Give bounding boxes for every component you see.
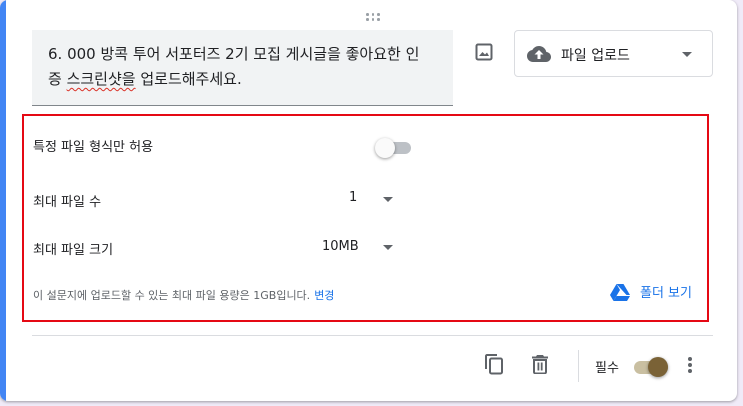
add-image-button[interactable]: [472, 40, 496, 64]
google-drive-icon: [610, 283, 630, 301]
required-label: 필수: [595, 361, 619, 376]
trash-icon: [532, 355, 548, 374]
spellcheck-word: 스크린샷을: [66, 70, 136, 88]
active-card-accent: [0, 0, 6, 401]
upload-limit-note: 이 설문지에 업로드할 수 있는 최대 파일 용량은 1GB입니다. 변경: [33, 289, 335, 302]
question-type-label: 파일 업로드: [561, 48, 630, 64]
question-title-line2: 증 스크린샷을 업로드해주세요.: [48, 70, 242, 88]
question-card: 6. 000 방콕 투어 서포터즈 2기 모집 게시글을 좋아요한 인 증 스크…: [0, 0, 737, 401]
more-options-icon[interactable]: [682, 355, 698, 375]
change-limit-link[interactable]: 변경: [314, 289, 334, 302]
footer-divider: [32, 335, 713, 336]
question-type-dropdown[interactable]: 파일 업로드: [514, 30, 713, 77]
duplicate-button[interactable]: [482, 352, 506, 376]
max-files-value: 1: [349, 190, 358, 205]
footer-vertical-divider: [578, 350, 579, 382]
question-title-field[interactable]: 6. 000 방콕 투어 서포터즈 2기 모집 게시글을 좋아요한 인 증 스크…: [32, 30, 453, 106]
copy-icon: [485, 354, 503, 375]
max-files-label: 최대 파일 수: [33, 195, 102, 210]
max-size-value: 10MB: [322, 239, 359, 254]
required-toggle[interactable]: [632, 356, 670, 378]
view-folder-link[interactable]: 폴더 보기: [610, 282, 692, 301]
chevron-down-icon: [383, 245, 393, 250]
allow-specific-types-toggle[interactable]: [375, 138, 411, 158]
view-folder-label: 폴더 보기: [640, 286, 692, 301]
cloud-upload-icon: [527, 46, 551, 62]
question-title-line1: 6. 000 방콕 투어 서포터즈 2기 모집 게시글을 좋아요한 인: [48, 45, 420, 63]
delete-button[interactable]: [528, 352, 552, 376]
chevron-down-icon: [383, 197, 393, 202]
chevron-down-icon: [682, 52, 692, 57]
image-icon: [475, 43, 493, 61]
drag-handle-icon[interactable]: [365, 12, 381, 22]
allow-specific-types-label: 특정 파일 형식만 허용: [33, 140, 154, 155]
max-size-label: 최대 파일 크기: [33, 243, 114, 258]
